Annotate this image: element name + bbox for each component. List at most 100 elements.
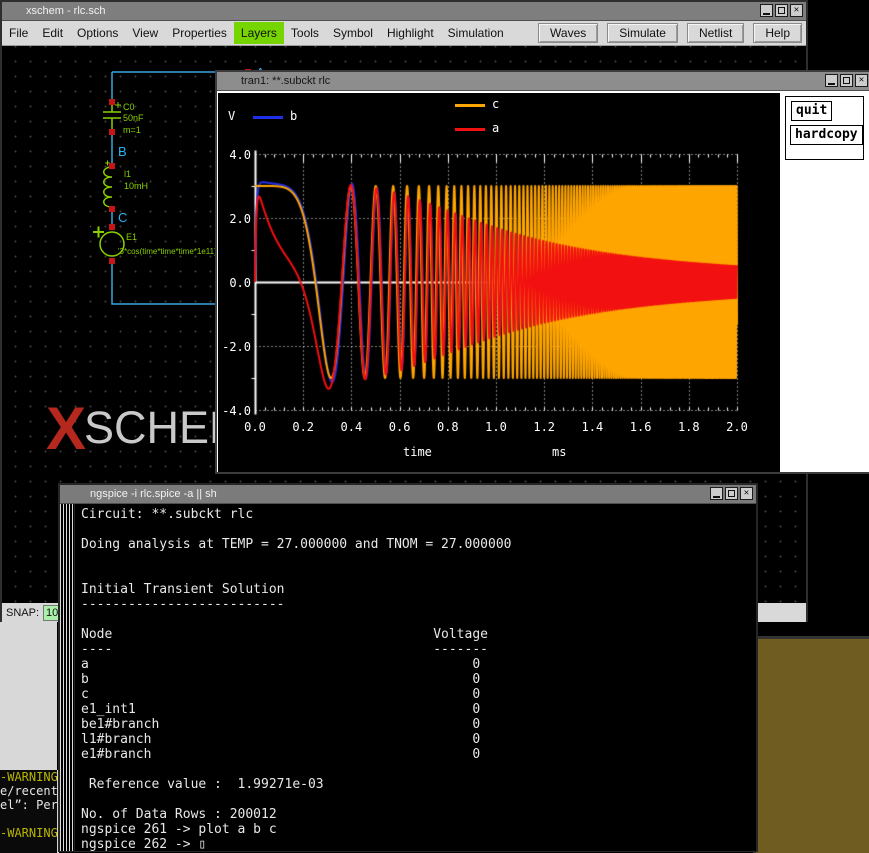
- xschem-window-title: xschem - rlc.sch: [26, 5, 105, 17]
- legend-label-a: a: [492, 121, 499, 135]
- simulate-button[interactable]: Simulate: [607, 23, 678, 43]
- source-value: '3*cos(time*time*time*1e11)': [118, 247, 219, 256]
- plot-button-panel: quit hardcopy: [785, 96, 864, 160]
- terminal-titlebar-buttons: ✕: [710, 487, 753, 500]
- waveform-titlebar[interactable]: tran1: **.subckt rlc ✕: [217, 72, 869, 91]
- x-tick-label: 2.0: [720, 420, 754, 434]
- background-gray-panel: [0, 622, 57, 770]
- maximize-icon: [843, 77, 850, 84]
- minimize-button[interactable]: [760, 4, 773, 17]
- waveform-plot: [218, 93, 780, 472]
- legend-swatch-a: [455, 128, 485, 131]
- close-icon: ✕: [794, 6, 799, 15]
- x-tick-label: 1.8: [672, 420, 706, 434]
- waveform-titlebar-buttons: ✕: [825, 74, 868, 87]
- legend-label-c: c: [492, 97, 499, 111]
- x-axis-unit: ms: [552, 445, 566, 459]
- minimize-icon: [713, 496, 720, 498]
- close-button[interactable]: ✕: [855, 74, 868, 87]
- terminal-body: Circuit: **.subckt rlc Doing analysis at…: [60, 504, 756, 851]
- xschem-menubar: FileEditOptionsViewPropertiesLayersTools…: [2, 21, 806, 46]
- y-axis-unit: V: [228, 109, 235, 123]
- background-warning-terminal: -WARNINGe/recentlyel”: Perr -WARNING: [0, 770, 59, 853]
- menu-items: FileEditOptionsViewPropertiesLayersTools…: [2, 22, 511, 44]
- terminal-text[interactable]: Circuit: **.subckt rlc Doing analysis at…: [75, 504, 756, 851]
- quit-button[interactable]: quit: [791, 101, 832, 121]
- x-tick-label: 0.0: [238, 420, 272, 434]
- menu-layers[interactable]: Layers: [234, 22, 284, 44]
- terminal-window-title: ngspice -i rlc.spice -a || sh: [90, 488, 217, 500]
- menu-highlight[interactable]: Highlight: [380, 22, 441, 44]
- x-tick-label: 0.8: [431, 420, 465, 434]
- maximize-button[interactable]: [775, 4, 788, 17]
- y-tick-label: -2.0: [218, 340, 251, 354]
- source-refdes: E1: [126, 232, 137, 242]
- menu-view[interactable]: View: [125, 22, 165, 44]
- terminal-window: ngspice -i rlc.spice -a || sh ✕ Circuit:…: [58, 483, 758, 852]
- x-tick-label: 0.6: [383, 420, 417, 434]
- y-tick-label: 0.0: [218, 276, 251, 290]
- menu-edit[interactable]: Edit: [35, 22, 70, 44]
- net-label-b[interactable]: B: [118, 144, 127, 159]
- x-axis-label: time: [403, 445, 432, 459]
- desktop: { "chart_data": { "type": "line", "title…: [0, 0, 869, 853]
- maximize-icon: [728, 490, 735, 497]
- waves-button[interactable]: Waves: [538, 23, 598, 43]
- legend-label-b: b: [290, 109, 297, 123]
- maximize-icon: [778, 7, 785, 14]
- menu-properties[interactable]: Properties: [165, 22, 234, 44]
- x-tick-label: 1.4: [575, 420, 609, 434]
- y-tick-label: 4.0: [218, 148, 251, 162]
- netlist-button[interactable]: Netlist: [687, 23, 744, 43]
- help-button[interactable]: Help: [753, 23, 802, 43]
- menu-options[interactable]: Options: [70, 22, 125, 44]
- component-shapes: [93, 102, 124, 256]
- maximize-button[interactable]: [725, 487, 738, 500]
- x-tick-label: 1.6: [624, 420, 658, 434]
- close-icon: ✕: [744, 489, 749, 498]
- legend-swatch-c: [455, 104, 485, 107]
- warning-text-line: el”: Perr: [0, 798, 57, 812]
- close-icon: ✕: [859, 76, 864, 85]
- plot-area: V bca 0.00.20.40.60.81.01.21.41.61.82.04…: [218, 93, 780, 472]
- legend-swatch-b: [253, 116, 283, 119]
- y-tick-label: -4.0: [218, 404, 251, 418]
- waveform-window-title: tran1: **.subckt rlc: [241, 75, 330, 87]
- background-window-panel: [753, 636, 869, 853]
- menu-file[interactable]: File: [2, 22, 35, 44]
- net-label-c[interactable]: C: [118, 210, 127, 225]
- menu-symbol[interactable]: Symbol: [326, 22, 380, 44]
- minimize-icon: [828, 83, 835, 85]
- maximize-button[interactable]: [840, 74, 853, 87]
- menu-tools[interactable]: Tools: [284, 22, 326, 44]
- x-tick-label: 0.4: [334, 420, 368, 434]
- inductor-symbol[interactable]: [104, 167, 112, 207]
- terminal-titlebar[interactable]: ngspice -i rlc.spice -a || sh ✕: [60, 485, 756, 504]
- xschem-titlebar[interactable]: xschem - rlc.sch ✕: [2, 2, 806, 21]
- component-labels: C0 50nF m=1 l1 10mH E1 '3*cos(time*time*…: [118, 102, 219, 256]
- warning-text-line: e/recently: [0, 784, 57, 798]
- minimize-icon: [763, 13, 770, 15]
- menu-simulation[interactable]: Simulation: [441, 22, 511, 44]
- minimize-button[interactable]: [825, 74, 838, 87]
- x-tick-label: 1.0: [479, 420, 513, 434]
- close-button[interactable]: ✕: [740, 487, 753, 500]
- capacitor-attr: m=1: [123, 125, 141, 135]
- warning-text-line: -WARNING: [0, 826, 57, 840]
- y-tick-label: 2.0: [218, 212, 251, 226]
- snap-label: SNAP:: [6, 607, 39, 619]
- inductor-refdes: l1: [124, 169, 131, 179]
- warning-text-line: [0, 812, 57, 826]
- x-tick-label: 0.2: [286, 420, 320, 434]
- terminal-scrollbar[interactable]: [60, 504, 75, 851]
- waveform-window: tran1: **.subckt rlc ✕ V b ca 0.0 0.2 0.4 0.…: [215, 70, 869, 474]
- capacitor-refdes: C0: [123, 102, 135, 112]
- capacitor-value: 50nF: [123, 113, 144, 123]
- toolbar-buttons: Waves Simulate Netlist Help: [538, 23, 802, 43]
- warning-text-line: -WARNING: [0, 770, 57, 784]
- minimize-button[interactable]: [710, 487, 723, 500]
- xschem-logo-x: X: [46, 395, 84, 462]
- close-button[interactable]: ✕: [790, 4, 803, 17]
- hardcopy-button[interactable]: hardcopy: [790, 125, 863, 145]
- xschem-titlebar-buttons: ✕: [760, 4, 803, 17]
